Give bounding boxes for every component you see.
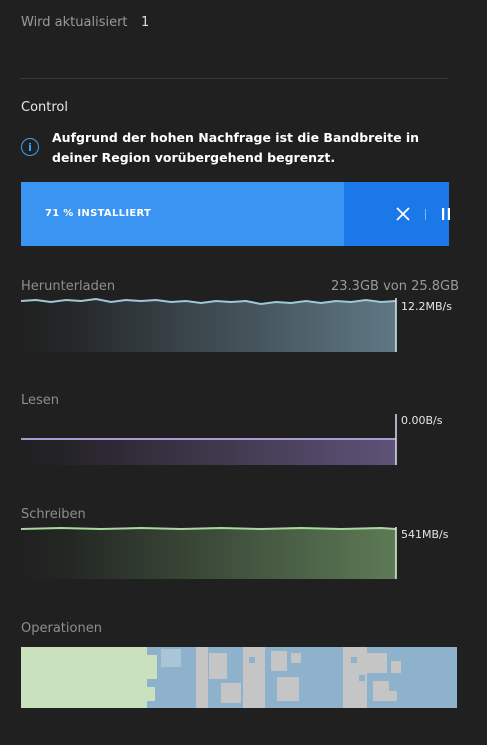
operations-label: Operationen [21, 621, 102, 636]
install-progress-banner: 71 % INSTALLIERT [21, 182, 450, 246]
divider [20, 78, 448, 79]
bandwidth-notice: Aufgrund der hohen Nachfrage ist die Ban… [52, 130, 420, 165]
control-separator [425, 209, 426, 220]
section-title: Control [21, 100, 68, 115]
download-size: 23.3GB von 25.8GB [331, 279, 460, 294]
write-graph [21, 526, 397, 579]
write-rate: 541MB/s [401, 528, 449, 541]
pause-icon[interactable] [439, 207, 453, 221]
download-label: Herunterladen [21, 279, 116, 294]
read-rate: 0.00B/s [401, 414, 443, 427]
download-graph [21, 297, 397, 352]
updating-label: Wird aktualisiert [21, 15, 128, 30]
read-label: Lesen [21, 393, 60, 408]
updating-count: 1 [141, 15, 150, 30]
download-rate: 12.2MB/s [401, 300, 452, 313]
read-graph [21, 414, 397, 465]
write-label: Schreiben [21, 507, 86, 522]
info-icon: i [21, 138, 39, 156]
operations-map [21, 647, 457, 708]
cancel-icon[interactable] [394, 205, 412, 223]
install-progress-label: 71 % INSTALLIERT [45, 208, 152, 219]
